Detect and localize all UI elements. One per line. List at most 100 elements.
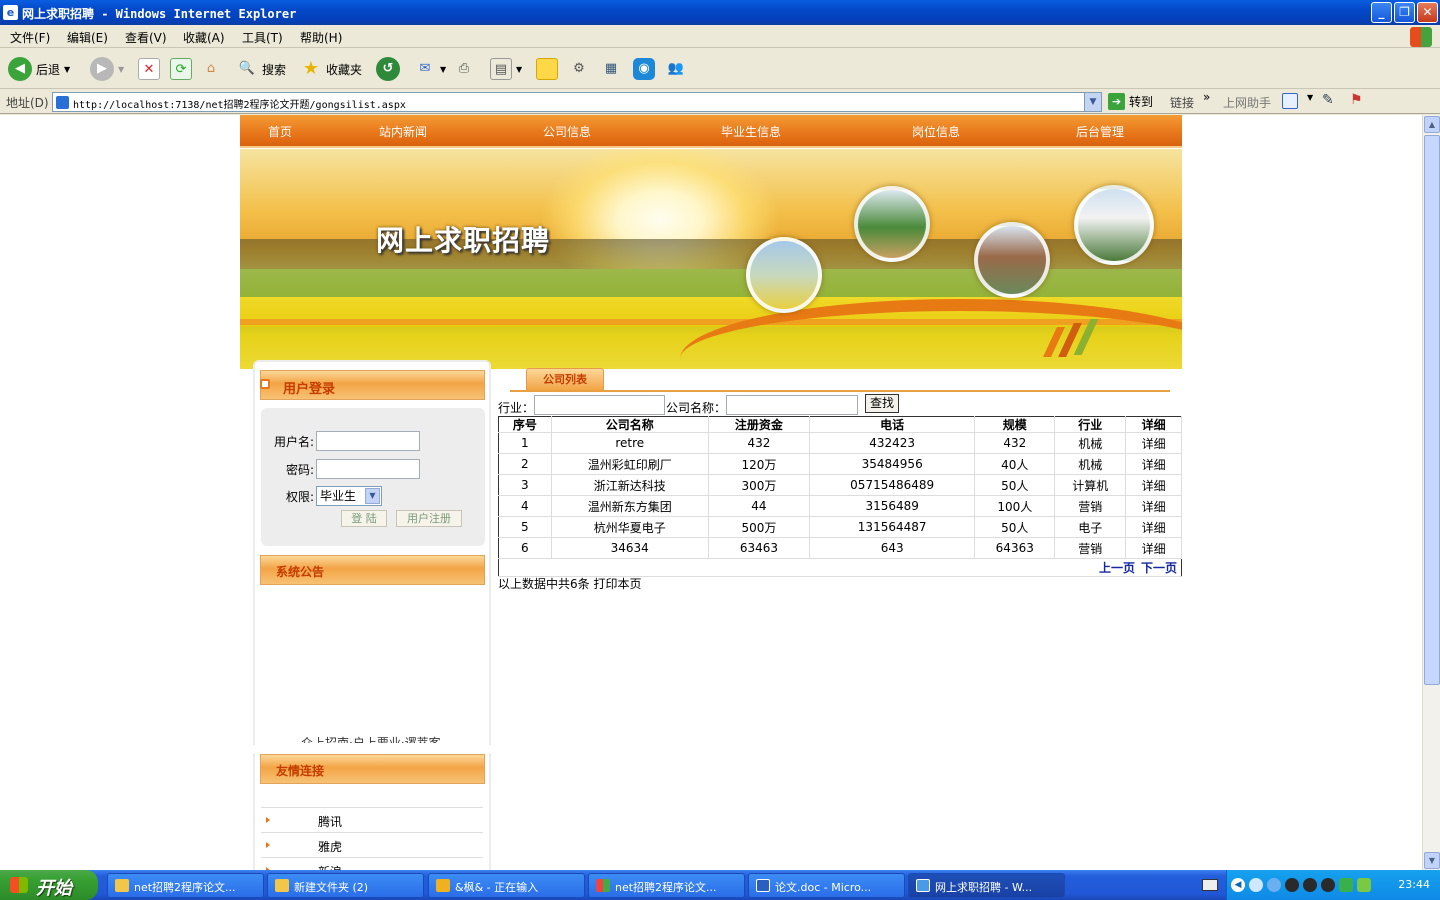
register-button[interactable]: 用户注册 — [396, 510, 462, 527]
detail-link[interactable]: 详细 — [1125, 453, 1182, 475]
login-button[interactable]: 登 陆 — [341, 510, 387, 527]
nav-home[interactable]: 首页 — [268, 123, 292, 140]
table-cell: 营销 — [1054, 495, 1127, 517]
vertical-scrollbar[interactable]: ▲ ▼ — [1422, 115, 1440, 870]
search-button[interactable]: 🔍 搜索 — [236, 57, 286, 81]
scroll-thumb[interactable] — [1424, 135, 1440, 685]
star-icon: ★ — [302, 58, 320, 79]
maximize-button[interactable]: ❐ — [1394, 2, 1415, 23]
task-item-active[interactable]: 网上求职招聘 - W... — [908, 873, 1065, 898]
detail-link[interactable]: 详细 — [1125, 474, 1182, 496]
tray-icon[interactable] — [1249, 878, 1263, 892]
search-button[interactable]: 查找 — [865, 394, 899, 413]
stop-button[interactable]: ✕ — [138, 57, 160, 81]
scroll-down-icon[interactable]: ▼ — [1424, 852, 1440, 869]
toolbar-icon-a[interactable]: ✎ — [1322, 92, 1340, 110]
media-button[interactable]: ◉ — [633, 57, 655, 81]
tray-expand-icon[interactable]: ◀ — [1231, 878, 1245, 892]
tray-icon[interactable] — [1267, 878, 1281, 892]
check-icon[interactable] — [1282, 93, 1298, 109]
task-item[interactable]: 论文.doc - Micro... — [748, 873, 905, 898]
task-item[interactable]: net招聘2程序论文... — [107, 873, 264, 898]
back-dropdown-icon[interactable]: ▼ — [64, 65, 70, 74]
refresh-button[interactable]: ⟳ — [170, 57, 192, 81]
banner-title: 网上求职招聘 — [376, 224, 551, 257]
detail-link[interactable]: 详细 — [1125, 516, 1182, 538]
address-dropdown-icon[interactable]: ▼ — [1084, 93, 1101, 111]
role-select[interactable]: 毕业生 ▼ — [316, 486, 382, 506]
qq-icon[interactable] — [1285, 878, 1299, 892]
task-item[interactable]: &枫& - 正在输入 — [428, 873, 585, 898]
helper-label[interactable]: 上网助手 — [1223, 94, 1271, 111]
company-list-tab[interactable]: 公司列表 — [526, 368, 604, 390]
detail-link[interactable]: 详细 — [1125, 537, 1182, 559]
folder-icon — [275, 879, 289, 892]
menu-edit[interactable]: 编辑(E) — [67, 29, 108, 46]
go-button[interactable]: ➔ 转到 — [1108, 93, 1153, 110]
address-url[interactable]: http://localhost:7138/net招聘2程序论文开题/gongs… — [73, 96, 406, 111]
links-label[interactable]: 链接 — [1170, 94, 1194, 111]
task-label: net招聘2程序论文... — [615, 881, 717, 894]
table-cell: 5 — [498, 516, 552, 538]
home-button[interactable]: ⌂ — [200, 57, 222, 81]
link-label[interactable]: 新浪 — [318, 863, 342, 870]
task-item[interactable]: net招聘2程序论文... — [588, 873, 745, 898]
column-header: 注册资金 — [708, 416, 811, 433]
back-button[interactable]: ◀ 后退 ▼ — [8, 57, 70, 81]
menu-favorites[interactable]: 收藏(A) — [183, 29, 225, 46]
print-button[interactable]: ⎙ — [453, 57, 475, 81]
detail-link[interactable]: 详细 — [1125, 432, 1182, 454]
nav-admin[interactable]: 后台管理 — [1076, 123, 1124, 140]
chevron-down-icon[interactable]: ▼ — [365, 488, 380, 504]
users-button[interactable]: 👥 — [665, 57, 687, 81]
password-input[interactable] — [316, 459, 420, 479]
link-label[interactable]: 雅虎 — [318, 838, 342, 855]
research-button[interactable]: ⚙ — [568, 57, 590, 81]
table-cell: 机械 — [1054, 453, 1127, 475]
company-name-input[interactable] — [726, 395, 858, 415]
menu-tools[interactable]: 工具(T) — [242, 29, 283, 46]
note-button[interactable] — [536, 57, 558, 81]
keyboard-icon[interactable] — [1202, 879, 1218, 891]
favorites-button[interactable]: ★ 收藏夹 — [300, 57, 362, 81]
mail-button[interactable]: ✉ ▼ — [414, 57, 447, 81]
nav-graduate[interactable]: 毕业生信息 — [721, 123, 781, 140]
qq-icon[interactable] — [1321, 878, 1335, 892]
menu-help[interactable]: 帮助(H) — [300, 29, 342, 46]
links-chevron-icon[interactable]: » — [1203, 90, 1210, 104]
next-page-link[interactable]: 下一页 — [1141, 561, 1177, 575]
toolbar-icon-b[interactable]: ⚑ — [1350, 92, 1368, 110]
task-item[interactable]: 新建文件夹 (2) — [267, 873, 424, 898]
helper-dropdown-icon[interactable]: ▼ — [1307, 93, 1313, 102]
mail-dropdown-icon[interactable]: ▼ — [440, 65, 446, 74]
username-input[interactable] — [316, 431, 420, 451]
start-button[interactable]: 开始 — [0, 870, 98, 900]
menu-view[interactable]: 查看(V) — [125, 29, 167, 46]
scroll-up-icon[interactable]: ▲ — [1424, 116, 1440, 133]
link-label[interactable]: 腾讯 — [318, 813, 342, 830]
industry-input[interactable] — [534, 395, 665, 415]
link-item[interactable]: 新浪 — [261, 857, 483, 870]
table-cell: 3156489 — [809, 495, 976, 517]
security-icon[interactable] — [1357, 878, 1371, 892]
edit-button[interactable]: ▤ ▼ — [490, 57, 522, 81]
qq-icon[interactable] — [1303, 878, 1317, 892]
shield-icon[interactable] — [1339, 878, 1353, 892]
nav-company[interactable]: 公司信息 — [543, 123, 591, 140]
minimize-button[interactable]: _ — [1371, 2, 1392, 23]
link-item[interactable]: 腾讯 — [261, 807, 483, 832]
history-button[interactable]: ↺ — [376, 57, 400, 81]
nav-news[interactable]: 站内新闻 — [379, 123, 427, 140]
link-item[interactable]: 雅虎 — [261, 832, 483, 857]
close-button[interactable]: ✕ — [1417, 2, 1438, 23]
detail-link[interactable]: 详细 — [1125, 495, 1182, 517]
top-nav: 首页 站内新闻 公司信息 毕业生信息 岗位信息 后台管理 — [240, 115, 1182, 148]
address-input[interactable]: http://localhost:7138/net招聘2程序论文开题/gongs… — [52, 92, 1102, 112]
menu-file[interactable]: 文件(F) — [10, 29, 50, 46]
forward-button[interactable]: ▶ ▼ — [90, 57, 124, 81]
messenger-button[interactable]: ▦ — [600, 57, 622, 81]
prev-page-link[interactable]: 上一页 — [1099, 561, 1135, 575]
nav-jobs[interactable]: 岗位信息 — [912, 123, 960, 140]
forward-dropdown-icon[interactable]: ▼ — [118, 65, 124, 74]
edit-dropdown-icon[interactable]: ▼ — [516, 65, 522, 74]
